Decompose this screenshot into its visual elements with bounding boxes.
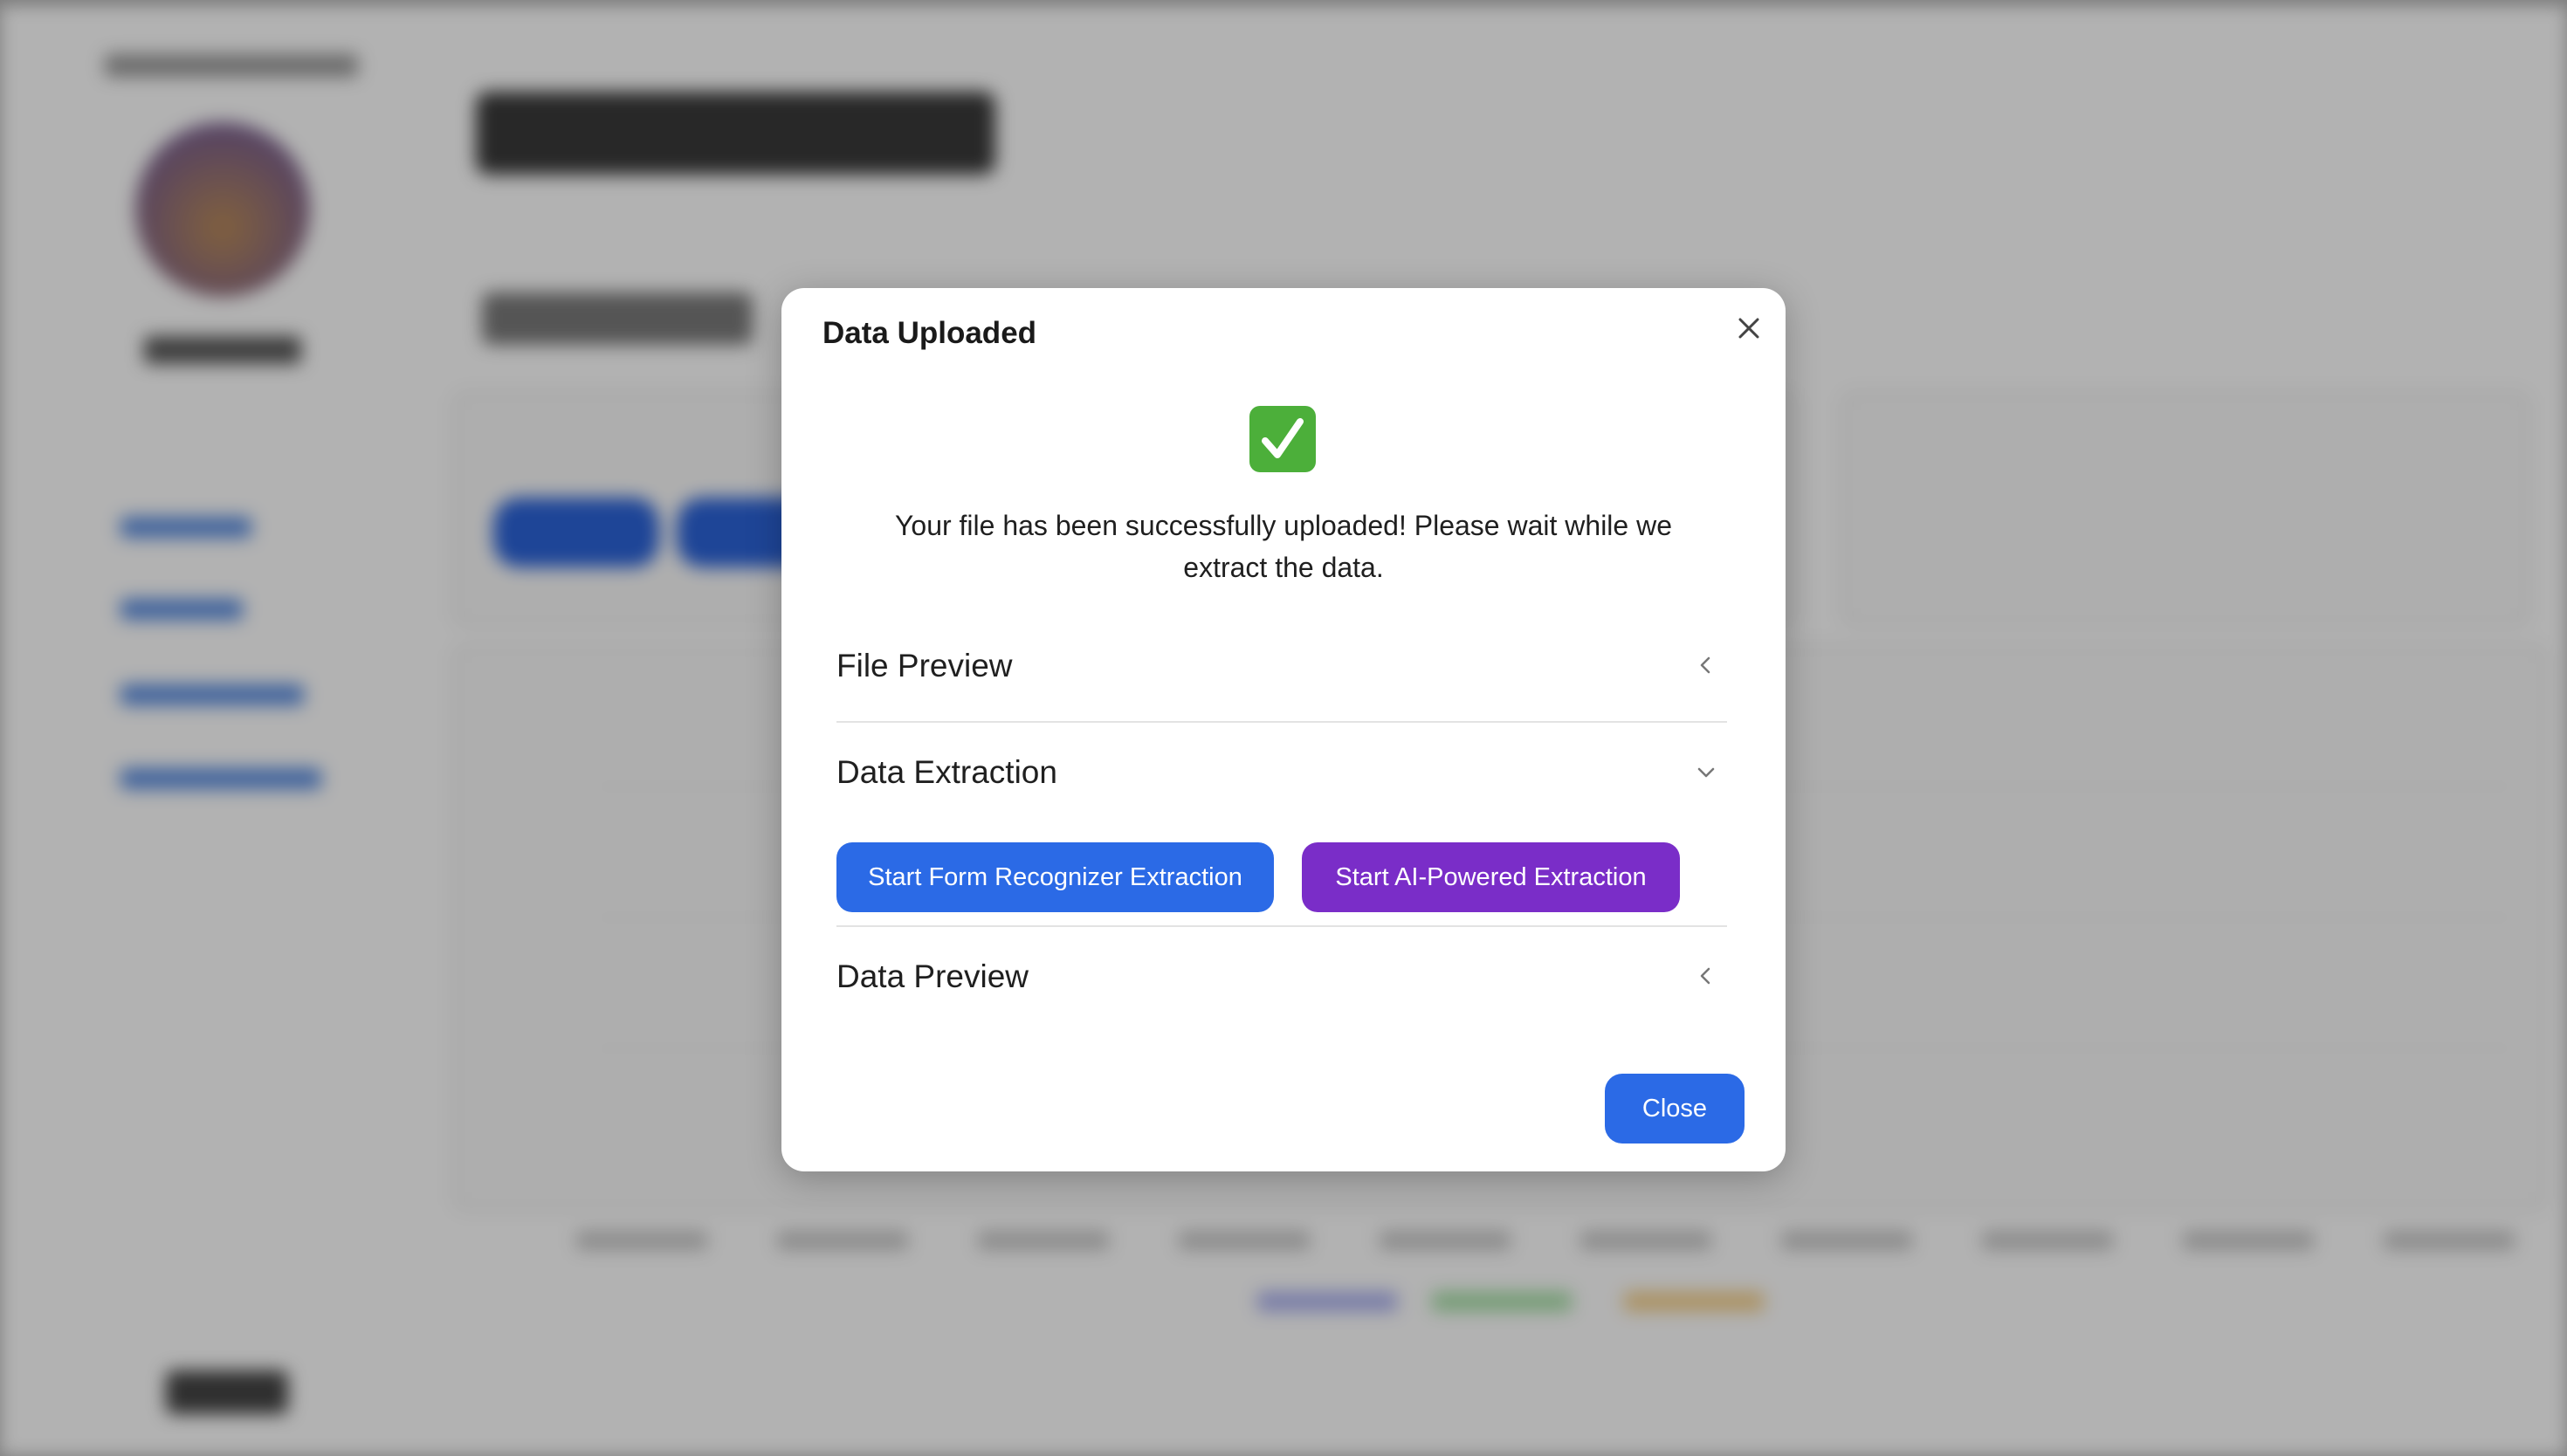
- section-divider: [836, 925, 1727, 927]
- close-button[interactable]: Close: [1605, 1074, 1745, 1144]
- check-mark-icon: [1249, 406, 1316, 472]
- data-extraction-header[interactable]: Data Extraction: [836, 733, 1727, 812]
- data-preview-section: Data Preview: [836, 937, 1727, 1016]
- data-uploaded-modal: Data Uploaded Your file has been success…: [781, 288, 1786, 1171]
- modal-title: Data Uploaded: [822, 316, 1037, 350]
- data-preview-title: Data Preview: [836, 958, 1029, 994]
- data-preview-header[interactable]: Data Preview: [836, 937, 1727, 1016]
- chevron-left-icon: [1694, 653, 1718, 677]
- start-ai-powered-extraction-button[interactable]: Start AI-Powered Extraction: [1302, 842, 1680, 912]
- file-preview-header[interactable]: File Preview: [836, 627, 1727, 705]
- file-preview-section: File Preview: [836, 627, 1727, 705]
- start-form-recognizer-extraction-button[interactable]: Start Form Recognizer Extraction: [836, 842, 1274, 912]
- data-extraction-section: Data Extraction: [836, 733, 1727, 812]
- chevron-left-icon: [1694, 964, 1718, 988]
- chevron-down-icon: [1694, 759, 1718, 784]
- close-icon[interactable]: [1733, 312, 1765, 344]
- section-divider: [836, 721, 1727, 723]
- data-extraction-title: Data Extraction: [836, 754, 1057, 790]
- file-preview-title: File Preview: [836, 648, 1013, 683]
- upload-success-message: Your file has been successfully uploaded…: [894, 510, 1672, 583]
